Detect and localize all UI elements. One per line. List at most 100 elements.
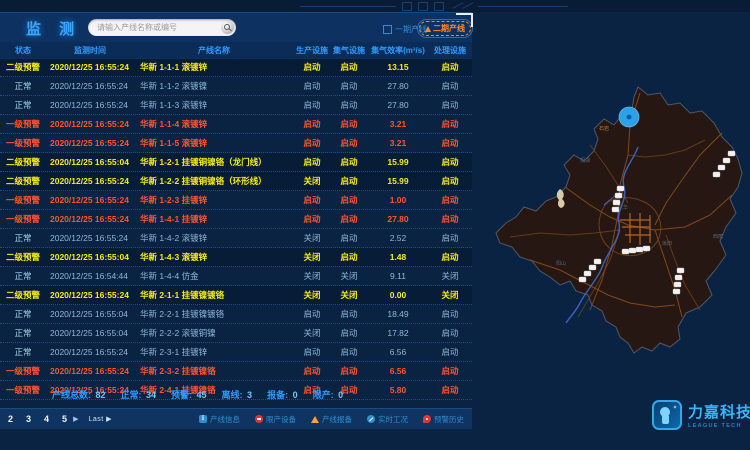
table-row[interactable]: 正常 2020/12/25 16:55:04 华新 2-2-1 挂镀镍镀铬 启动… bbox=[0, 305, 472, 324]
row-gas-efficiency: 3.21 bbox=[368, 119, 428, 129]
station-marker[interactable] bbox=[584, 271, 591, 276]
row-status: 一级预警 bbox=[0, 194, 46, 206]
legend-item[interactable]: 预警历史 bbox=[423, 414, 464, 425]
pagination: 2 3 4 5 bbox=[8, 414, 67, 424]
row-time: 2020/12/25 16:55:04 bbox=[46, 157, 134, 167]
legend-item[interactable]: 产线报备 bbox=[311, 414, 352, 425]
station-marker[interactable] bbox=[629, 248, 636, 253]
station-marker[interactable] bbox=[673, 289, 680, 294]
table-row[interactable]: 二级预警 2020/12/25 16:55:04 华新 1-4-3 滚镀锌 关闭… bbox=[0, 248, 472, 267]
row-production-facility: 启动 bbox=[294, 99, 330, 111]
station-marker[interactable] bbox=[643, 246, 650, 251]
page-button[interactable]: 4 bbox=[44, 414, 49, 424]
table-row[interactable]: 二级预警 2020/12/25 16:55:04 华新 1-2-1 挂镀铜镍铬（… bbox=[0, 153, 472, 172]
row-status: 二级预警 bbox=[0, 289, 46, 301]
station-marker[interactable] bbox=[594, 259, 601, 264]
row-time: 2020/12/25 16:55:24 bbox=[46, 290, 134, 300]
station-marker[interactable] bbox=[718, 165, 725, 170]
table-row[interactable]: 二级预警 2020/12/25 16:55:24 华新 1-2-2 挂镀铜镍铬（… bbox=[0, 172, 472, 191]
flame-icon bbox=[425, 26, 431, 32]
district-map[interactable]: 石岩观湖龙华坂田西丽阳山 bbox=[470, 55, 750, 450]
station-marker[interactable] bbox=[677, 268, 684, 273]
page-button[interactable]: 5 bbox=[62, 414, 67, 424]
table-rows: 二级预警 2020/12/25 16:55:24 华新 1-1-1 滚镀锌 启动… bbox=[0, 58, 472, 400]
row-gas-efficiency: 2.52 bbox=[368, 233, 428, 243]
row-production-facility: 启动 bbox=[294, 118, 330, 130]
row-status: 一级预警 bbox=[0, 365, 46, 377]
row-gas-efficiency: 15.99 bbox=[368, 176, 428, 186]
table-row[interactable]: 二级预警 2020/12/25 16:55:24 华新 2-1-1 挂镀镍镀铬 … bbox=[0, 286, 472, 305]
row-production-facility: 启动 bbox=[294, 365, 330, 377]
row-time: 2020/12/25 16:55:24 bbox=[46, 195, 134, 205]
row-status: 正常 bbox=[0, 308, 46, 320]
page-button[interactable]: 3 bbox=[26, 414, 31, 424]
row-processing-facility: 启动 bbox=[428, 175, 472, 187]
table-row[interactable]: 二级预警 2020/12/25 16:55:24 华新 1-1-1 滚镀锌 启动… bbox=[0, 58, 472, 77]
row-status: 正常 bbox=[0, 232, 46, 244]
station-marker[interactable] bbox=[728, 151, 735, 156]
row-line-name: 华新 1-1-5 滚镀锌 bbox=[134, 137, 294, 149]
table-header: 状态 监测时间 产线名称 生产设施 集气设施 集气效率(m³/s) 处理设施 bbox=[0, 42, 472, 59]
col-efficiency: 集气效率(m³/s) bbox=[368, 45, 428, 56]
row-time: 2020/12/25 16:55:24 bbox=[46, 138, 134, 148]
legend-item[interactable]: 实时工况 bbox=[367, 414, 408, 425]
station-marker[interactable] bbox=[589, 265, 596, 270]
table-row[interactable]: 正常 2020/12/25 16:55:24 华新 2-3-1 挂镀锌 启动 启… bbox=[0, 343, 472, 362]
page-title: 监 测 bbox=[26, 18, 81, 39]
row-production-facility: 启动 bbox=[294, 61, 330, 73]
row-processing-facility: 启动 bbox=[428, 80, 472, 92]
row-processing-facility: 启动 bbox=[428, 99, 472, 111]
station-marker[interactable] bbox=[674, 282, 681, 287]
row-time: 2020/12/25 16:55:24 bbox=[46, 366, 134, 376]
table-row[interactable]: 一级预警 2020/12/25 16:55:24 华新 1-4-1 挂镀锌 启动… bbox=[0, 210, 472, 229]
station-marker[interactable] bbox=[713, 172, 720, 177]
last-page-button[interactable]: Last ▶ bbox=[88, 415, 112, 423]
row-production-facility: 启动 bbox=[294, 137, 330, 149]
station-marker[interactable] bbox=[579, 277, 586, 282]
table-row[interactable]: 一级预警 2020/12/25 16:55:24 华新 1-1-5 滚镀锌 启动… bbox=[0, 134, 472, 153]
row-time: 2020/12/25 16:55:24 bbox=[46, 100, 134, 110]
station-marker[interactable] bbox=[723, 158, 730, 163]
row-time: 2020/12/25 16:55:24 bbox=[46, 81, 134, 91]
row-status: 一级预警 bbox=[0, 137, 46, 149]
row-gas-facility: 启动 bbox=[330, 175, 368, 187]
next-page-button[interactable]: ▶ bbox=[73, 415, 78, 423]
brand-logo: 力嘉科技 LEAGUE TECH bbox=[652, 400, 750, 430]
search-button[interactable] bbox=[221, 21, 234, 34]
station-marker[interactable] bbox=[675, 275, 682, 280]
row-time: 2020/12/25 16:55:04 bbox=[46, 309, 134, 319]
col-gas: 集气设施 bbox=[330, 45, 368, 56]
page-button[interactable]: 2 bbox=[8, 414, 13, 424]
table-row[interactable]: 一级预警 2020/12/25 16:55:24 华新 2-3-2 挂镀镍铬 启… bbox=[0, 362, 472, 381]
row-line-name: 华新 2-1-1 挂镀镍镀铬 bbox=[134, 289, 294, 301]
row-gas-efficiency: 1.00 bbox=[368, 195, 428, 205]
summary-bar: 产线总数: 82正常: 34预警: 45离线: 3报备: 0限产: 0 bbox=[52, 388, 472, 401]
station-marker[interactable] bbox=[622, 249, 629, 254]
row-production-facility: 关闭 bbox=[294, 327, 330, 339]
summary-item: 产线总数: 82 bbox=[52, 388, 106, 401]
table-row[interactable]: 正常 2020/12/25 16:54:44 华新 1-4-4 仿金 关闭 关闭… bbox=[0, 267, 472, 286]
legend-item[interactable]: 产线信息 bbox=[199, 414, 240, 425]
table-row[interactable]: 正常 2020/12/25 16:55:24 华新 1-1-2 滚镀镍 启动 启… bbox=[0, 77, 472, 96]
row-gas-facility: 启动 bbox=[330, 137, 368, 149]
row-line-name: 华新 1-4-2 滚镀锌 bbox=[134, 232, 294, 244]
station-marker[interactable] bbox=[615, 193, 622, 198]
legend-item[interactable]: 限产设备 bbox=[255, 414, 296, 425]
row-status: 二级预警 bbox=[0, 251, 46, 263]
row-line-name: 华新 1-4-4 仿金 bbox=[134, 270, 294, 282]
info-square-icon bbox=[199, 415, 207, 423]
row-processing-facility: 启动 bbox=[428, 156, 472, 168]
search-input[interactable] bbox=[88, 19, 225, 36]
table-row[interactable]: 一级预警 2020/12/25 16:55:24 华新 1-1-4 滚镀锌 启动… bbox=[0, 115, 472, 134]
monitoring-dashboard: 监 测 一期产线 二期产线 状态 监测时间 产线名称 生产设施 集气设施 集气效… bbox=[0, 0, 750, 450]
station-marker[interactable] bbox=[636, 247, 643, 252]
table-row[interactable]: 正常 2020/12/25 16:55:24 华新 1-4-2 滚镀锌 关闭 启… bbox=[0, 229, 472, 248]
row-time: 2020/12/25 16:55:24 bbox=[46, 214, 134, 224]
table-row[interactable]: 正常 2020/12/25 16:55:24 华新 1-1-3 滚镀锌 启动 启… bbox=[0, 96, 472, 115]
row-status: 一级预警 bbox=[0, 118, 46, 130]
table-row[interactable]: 一级预警 2020/12/25 16:55:24 华新 1-2-3 挂镀锌 启动… bbox=[0, 191, 472, 210]
station-marker[interactable] bbox=[617, 186, 624, 191]
row-gas-facility: 启动 bbox=[330, 194, 368, 206]
table-row[interactable]: 正常 2020/12/25 16:55:04 华新 2-2-2 滚镀铜镍 关闭 … bbox=[0, 324, 472, 343]
summary-item: 正常: 34 bbox=[121, 388, 157, 401]
